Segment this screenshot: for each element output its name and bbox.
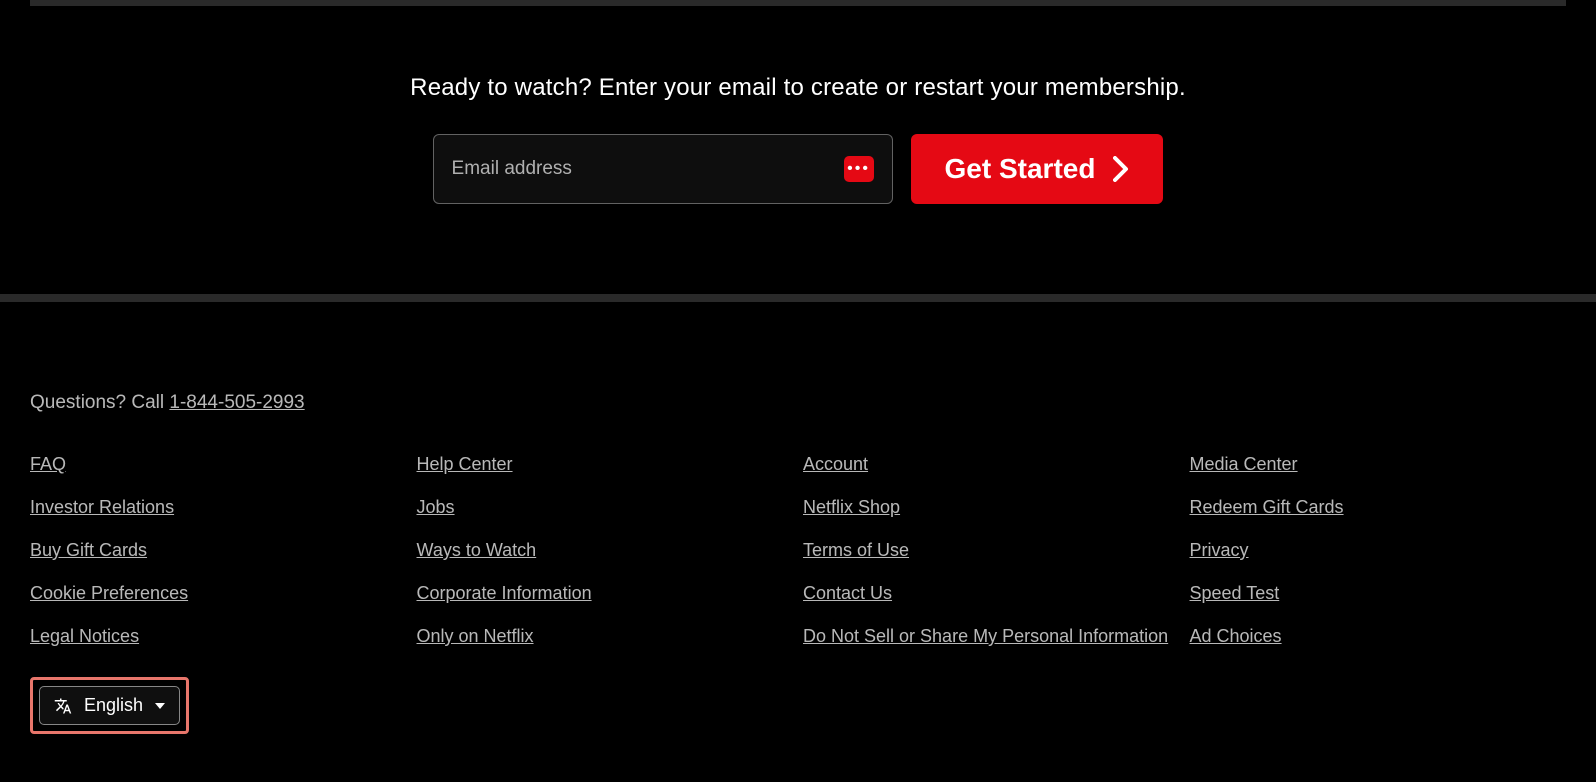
phone-link[interactable]: 1-844-505-2993 [169,392,304,413]
footer-link-ways-to-watch[interactable]: Ways to Watch [417,540,537,561]
footer-link-terms-of-use[interactable]: Terms of Use [803,540,909,561]
get-started-label: Get Started [945,153,1096,185]
footer-link-speed-test[interactable]: Speed Test [1190,583,1280,604]
footer: Questions? Call 1-844-505-2993 FAQ Help … [0,302,1596,734]
footer-link-cookie-preferences[interactable]: Cookie Preferences [30,583,188,604]
get-started-button[interactable]: Get Started [911,134,1164,204]
password-manager-icon[interactable]: ••• [844,156,874,182]
footer-link-redeem-gift-cards[interactable]: Redeem Gift Cards [1190,497,1344,518]
language-select-highlight: English [30,677,189,734]
cta-heading: Ready to watch? Enter your email to crea… [0,74,1596,102]
footer-link-faq[interactable]: FAQ [30,454,66,475]
footer-link-contact-us[interactable]: Contact Us [803,583,892,604]
footer-link-legal-notices[interactable]: Legal Notices [30,626,139,647]
questions-line: Questions? Call 1-844-505-2993 [30,392,1566,414]
footer-link-account[interactable]: Account [803,454,868,475]
section-divider [0,294,1596,302]
footer-link-privacy[interactable]: Privacy [1190,540,1249,561]
language-icon [54,697,72,715]
footer-links-grid: FAQ Help Center Account Media Center Inv… [30,454,1566,647]
footer-link-do-not-sell[interactable]: Do Not Sell or Share My Personal Informa… [803,626,1168,647]
footer-link-buy-gift-cards[interactable]: Buy Gift Cards [30,540,147,561]
footer-link-investor-relations[interactable]: Investor Relations [30,497,174,518]
signup-cta-section: Ready to watch? Enter your email to crea… [0,6,1596,204]
cta-form: ••• Get Started [433,134,1164,204]
caret-down-icon [155,703,165,709]
footer-link-corporate-information[interactable]: Corporate Information [417,583,592,604]
footer-link-media-center[interactable]: Media Center [1190,454,1298,475]
footer-link-only-on-netflix[interactable]: Only on Netflix [417,626,534,647]
footer-link-ad-choices[interactable]: Ad Choices [1190,626,1282,647]
footer-link-jobs[interactable]: Jobs [417,497,455,518]
email-field-wrap: ••• [433,134,893,204]
chevron-right-icon [1113,156,1129,182]
email-field[interactable] [452,135,844,203]
footer-link-help-center[interactable]: Help Center [417,454,513,475]
language-selected-label: English [84,695,143,716]
footer-link-netflix-shop[interactable]: Netflix Shop [803,497,900,518]
questions-prefix: Questions? Call [30,392,169,413]
language-select[interactable]: English [39,686,180,725]
